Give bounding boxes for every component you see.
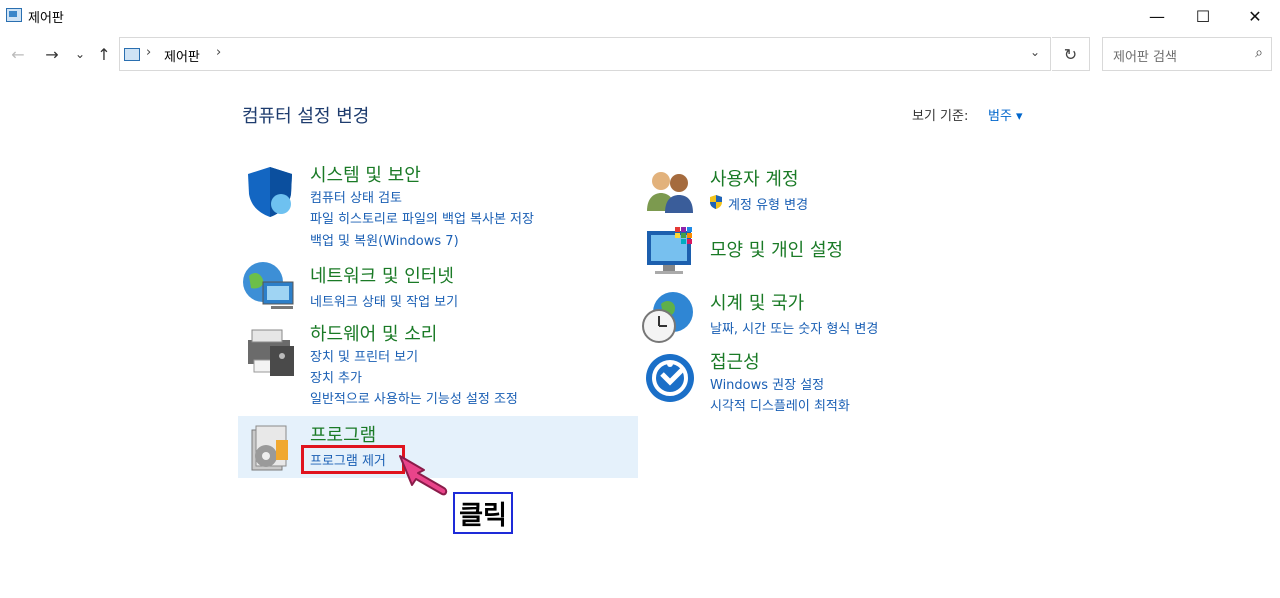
category-user-accounts[interactable]: 사용자 계정 — [710, 165, 799, 191]
users-icon[interactable] — [645, 167, 695, 213]
recent-locations-button[interactable]: ⌄ — [68, 42, 92, 66]
control-panel-icon — [6, 8, 22, 22]
link-devices-printers[interactable]: 장치 및 프린터 보기 — [310, 346, 418, 365]
maximize-button[interactable]: ☐ — [1180, 0, 1226, 32]
up-button[interactable]: ↑ — [92, 42, 116, 66]
address-bar[interactable]: › 제어판 › ⌄ — [119, 37, 1051, 71]
link-add-device[interactable]: 장치 추가 — [310, 367, 362, 386]
breadcrumb-chevron-icon[interactable]: › — [146, 45, 151, 60]
category-clock-region[interactable]: 시계 및 국가 — [710, 289, 804, 315]
back-button[interactable]: ← — [6, 42, 30, 66]
minimize-button[interactable]: — — [1134, 0, 1180, 32]
category-hardware-sound[interactable]: 하드웨어 및 소리 — [310, 320, 437, 346]
link-network-status[interactable]: 네트워크 상태 및 작업 보기 — [310, 291, 458, 310]
category-system-security[interactable]: 시스템 및 보안 — [310, 161, 421, 187]
refresh-button[interactable]: ↻ — [1052, 37, 1090, 71]
chevron-down-icon[interactable]: ⌄ — [1030, 45, 1040, 59]
programs-icon[interactable] — [248, 422, 294, 474]
window-title: 제어판 — [28, 11, 64, 26]
page-title: 컴퓨터 설정 변경 — [242, 106, 370, 127]
forward-button[interactable]: → — [40, 42, 64, 66]
shield-icon[interactable] — [243, 164, 297, 218]
category-appearance[interactable]: 모양 및 개인 설정 — [710, 236, 843, 262]
link-mobility-settings[interactable]: 일반적으로 사용하는 기능성 설정 조정 — [310, 388, 518, 407]
link-review-status[interactable]: 컴퓨터 상태 검토 — [310, 187, 402, 206]
search-icon[interactable]: ⌕ — [1255, 45, 1263, 61]
control-panel-icon — [124, 48, 140, 61]
accessibility-icon[interactable] — [644, 352, 696, 404]
link-optimize-display[interactable]: 시각적 디스플레이 최적화 — [710, 395, 850, 414]
category-ease-of-access[interactable]: 접근성 — [710, 348, 760, 374]
view-by-label: 보기 기준: — [912, 109, 969, 124]
link-windows-recommended[interactable]: Windows 권장 설정 — [710, 374, 824, 393]
title-bar: 제어판 — ☐ ✕ — [0, 0, 1280, 32]
link-backup-restore[interactable]: 백업 및 복원(Windows 7) — [310, 230, 459, 249]
breadcrumb-chevron-icon[interactable]: › — [216, 45, 221, 60]
uac-shield-icon — [710, 195, 722, 209]
view-by-dropdown[interactable]: 범주 ▾ — [988, 105, 1023, 124]
printer-icon[interactable] — [242, 326, 298, 378]
pointer-hand-icon — [399, 455, 448, 496]
link-date-time-format[interactable]: 날짜, 시간 또는 숫자 형식 변경 — [710, 318, 878, 337]
click-annotation: 클릭 — [453, 492, 513, 534]
appearance-monitor-icon[interactable] — [645, 225, 697, 277]
close-button[interactable]: ✕ — [1232, 0, 1278, 32]
breadcrumb-item[interactable]: 제어판 — [164, 46, 200, 65]
search-input[interactable]: 제어판 검색 ⌕ — [1102, 37, 1272, 71]
clock-globe-icon[interactable] — [641, 290, 697, 346]
uninstall-highlight-box — [301, 445, 405, 474]
category-network-internet[interactable]: 네트워크 및 인터넷 — [310, 262, 454, 288]
search-placeholder: 제어판 검색 — [1113, 50, 1177, 65]
category-programs[interactable]: 프로그램 — [310, 421, 376, 447]
network-globe-icon[interactable] — [241, 260, 299, 314]
link-file-history[interactable]: 파일 히스토리로 파일의 백업 복사본 저장 — [310, 208, 534, 227]
link-change-account-type[interactable]: 계정 유형 변경 — [728, 194, 808, 213]
